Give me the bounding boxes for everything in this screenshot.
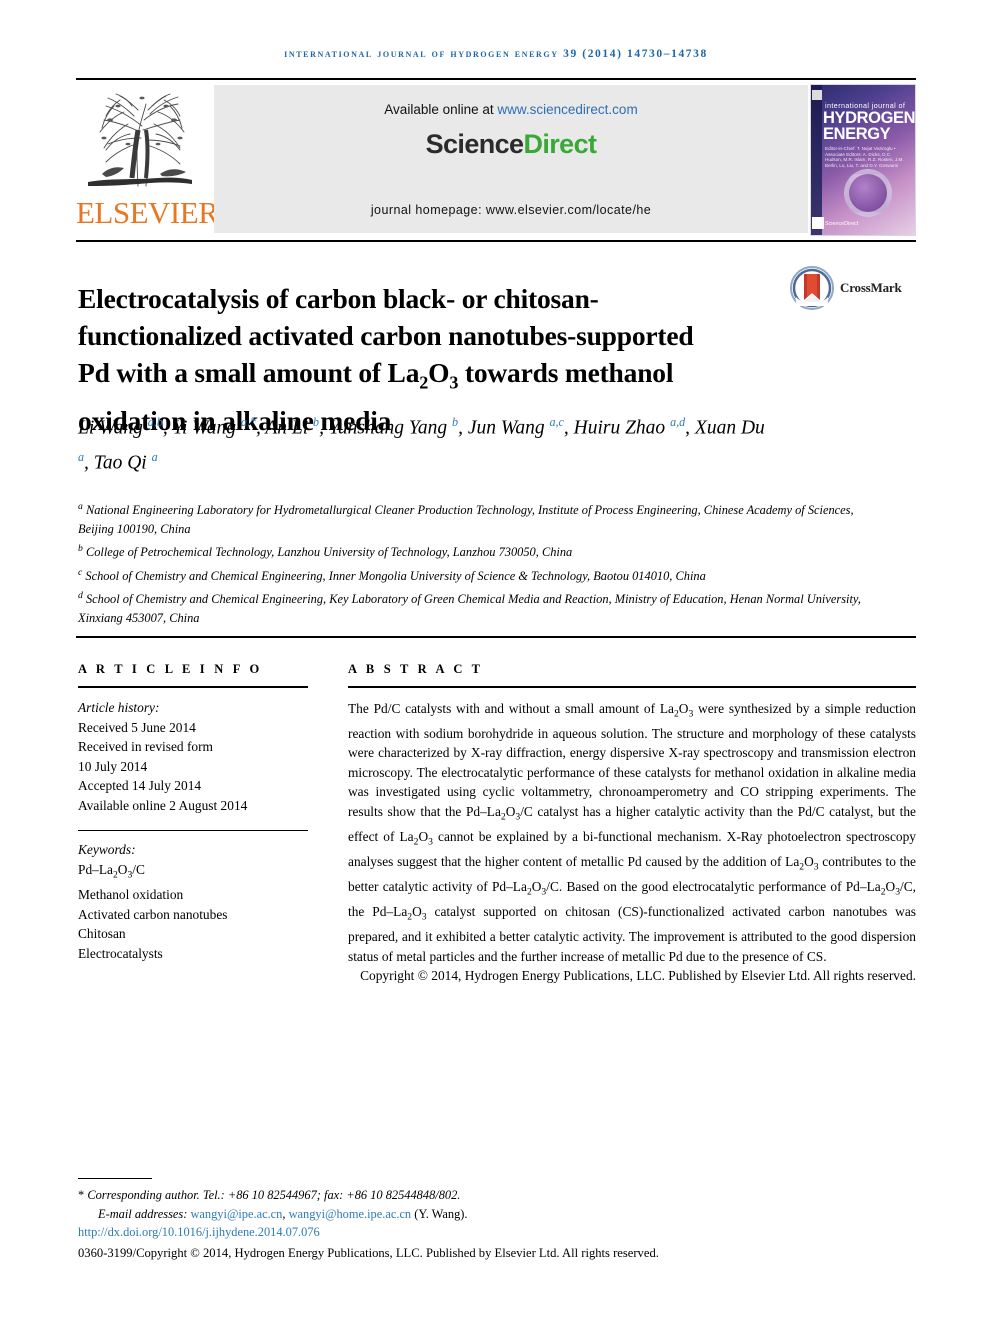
- cover-publisher-badge-icon: [812, 217, 824, 229]
- email-link-primary[interactable]: wangyi@ipe.ac.cn: [190, 1207, 282, 1221]
- keywords-block: Keywords: Pd–La2O3/C Methanol oxidation …: [78, 840, 308, 963]
- article-history-item: Received 5 June 2014: [78, 719, 196, 735]
- crossmark-label: CrossMark: [840, 280, 902, 295]
- cover-sciencedirect-label: ScienceDirect: [825, 221, 859, 227]
- keyword-item: Electrocatalysts: [78, 945, 163, 961]
- doi-line: http://dx.doi.org/10.1016/j.ijhydene.201…: [78, 1223, 918, 1242]
- affiliation-text: National Engineering Laboratory for Hydr…: [78, 503, 854, 537]
- affiliation-item: d School of Chemistry and Chemical Engin…: [78, 586, 868, 628]
- sciencedirect-url-link[interactable]: www.sciencedirect.com: [497, 102, 637, 117]
- elsevier-wordmark: ELSEVIER: [76, 195, 219, 230]
- sciencedirect-panel: Available online at www.sciencedirect.co…: [214, 85, 808, 233]
- cover-spine: [811, 85, 822, 235]
- keyword-item: Chitosan: [78, 926, 126, 942]
- info-section-rule: [76, 636, 916, 638]
- available-online-text: Available online at www.sciencedirect.co…: [214, 102, 808, 117]
- article-history-item: 10 July 2014: [78, 758, 148, 774]
- sciencedirect-word-direct: Direct: [523, 129, 597, 159]
- issn-copyright-line: 0360-3199/Copyright © 2014, Hydrogen Ene…: [78, 1245, 659, 1260]
- keyword-item: Methanol oxidation: [78, 887, 184, 903]
- author-list: Li Wang a,b, Yi Wang a,*, An Li b, Yunsh…: [78, 415, 765, 473]
- affiliation-marker: b: [78, 543, 83, 555]
- corresponding-author-text: Corresponding author. Tel.: +86 10 82544…: [87, 1188, 461, 1202]
- sciencedirect-wordmark: ScienceDirect: [214, 129, 808, 160]
- keywords-label: Keywords:: [78, 842, 136, 858]
- abstract-heading: A B S T R A C T: [348, 662, 484, 676]
- asterisk-icon: *: [78, 1188, 85, 1202]
- article-history: Article history: Received 5 June 2014 Re…: [78, 698, 308, 816]
- affiliation-text: School of Chemistry and Chemical Enginee…: [85, 568, 706, 583]
- article-info-heading: A R T I C L E I N F O: [78, 662, 263, 676]
- available-online-label: Available online at: [384, 102, 498, 117]
- affiliation-text: College of Petrochemical Technology, Lan…: [85, 545, 573, 560]
- masthead: ELSEVIER Available online at www.science…: [76, 84, 916, 236]
- cover-top-badge-icon: [812, 90, 822, 100]
- elsevier-tree-logo-icon: [84, 86, 196, 194]
- email-addresses-label: E-mail addresses:: [98, 1206, 191, 1221]
- abstract-body: The Pd/C catalysts with and without a sm…: [348, 701, 917, 964]
- keywords-divider: [78, 829, 308, 832]
- email-owner: (Y. Wang).: [411, 1206, 468, 1221]
- crossmark-badge[interactable]: CrossMark: [790, 266, 920, 312]
- cover-ring-graphic: [844, 169, 892, 217]
- article-info-column: A R T I C L E I N F O Article history: R…: [78, 662, 308, 963]
- affiliation-marker: a: [78, 501, 83, 512]
- sciencedirect-word-science: Science: [425, 129, 524, 159]
- crossmark-icon: [790, 266, 834, 310]
- article-history-item: Available online 2 August 2014: [78, 797, 248, 813]
- affiliation-text: School of Chemistry and Chemical Enginee…: [78, 591, 861, 625]
- cover-journal-energy: ENERGY: [823, 125, 891, 143]
- abstract-divider: [348, 686, 916, 688]
- corresponding-author-note: * Corresponding author. Tel.: +86 10 825…: [78, 1186, 918, 1205]
- abstract-column: A B S T R A C T The Pd/C catalysts with …: [348, 662, 916, 985]
- journal-cover-image: international journal of HYDROGEN ENERGY…: [810, 84, 916, 236]
- footnote-rule: [78, 1178, 152, 1180]
- affiliation-list: a National Engineering Laboratory for Hy…: [78, 497, 868, 628]
- journal-article-first-page: International Journal of Hydrogen Energy…: [0, 0, 992, 1323]
- cover-journal-hydrogen: HYDROGEN: [823, 109, 916, 127]
- affiliation-item: a National Engineering Laboratory for Hy…: [78, 497, 868, 539]
- article-info-divider: [78, 686, 308, 688]
- masthead-bottom-rule: [76, 240, 916, 242]
- affiliation-marker: c: [78, 566, 83, 578]
- affiliation-marker: d: [78, 589, 83, 601]
- doi-link[interactable]: http://dx.doi.org/10.1016/j.ijhydene.201…: [78, 1225, 320, 1239]
- running-head: International Journal of Hydrogen Energy…: [284, 48, 708, 60]
- article-history-item: Received in revised form: [78, 739, 213, 755]
- cover-editor-lines: Editor-in-Chief: T. Nejat Veziroglu • As…: [825, 146, 904, 168]
- elsevier-logo: ELSEVIER: [76, 84, 219, 236]
- keyword-item: Activated carbon nanotubes: [78, 906, 228, 922]
- keyword-item: Pd–La2O3/C: [78, 861, 145, 881]
- email-link-secondary[interactable]: wangyi@home.ipe.ac.cn: [289, 1207, 412, 1221]
- affiliation-item: c School of Chemistry and Chemical Engin…: [78, 563, 868, 586]
- top-rule: [76, 78, 916, 80]
- footnote-block: * Corresponding author. Tel.: +86 10 825…: [78, 1186, 918, 1262]
- email-addresses-line: E-mail addresses: wangyi@ipe.ac.cn, wang…: [78, 1205, 918, 1224]
- abstract-copyright: Copyright © 2014, Hydrogen Energy Public…: [360, 967, 916, 983]
- article-history-label: Article history:: [78, 700, 160, 715]
- journal-homepage-text: journal homepage: www.elsevier.com/locat…: [370, 203, 652, 217]
- affiliation-item: b College of Petrochemical Technology, L…: [78, 539, 868, 562]
- article-history-item: Accepted 14 July 2014: [78, 778, 202, 794]
